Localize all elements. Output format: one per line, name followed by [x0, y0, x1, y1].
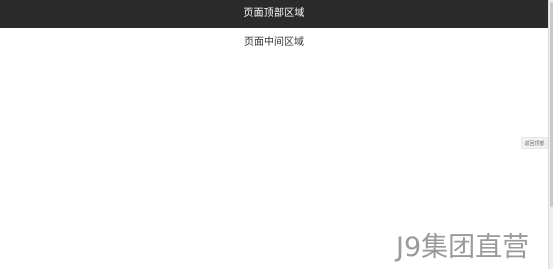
- page: 页面顶部区域 页面中间区域 返回顶部 J9集团直营: [0, 0, 553, 269]
- header-title: 页面顶部区域: [243, 8, 305, 19]
- top-bar: 页面顶部区域: [0, 0, 548, 28]
- vertical-scrollbar[interactable]: [548, 0, 553, 269]
- watermark-logo: J9集团直营: [396, 232, 530, 263]
- middle-area-label: 页面中间区域: [244, 37, 304, 48]
- back-to-top-button[interactable]: 返回顶部: [521, 137, 548, 149]
